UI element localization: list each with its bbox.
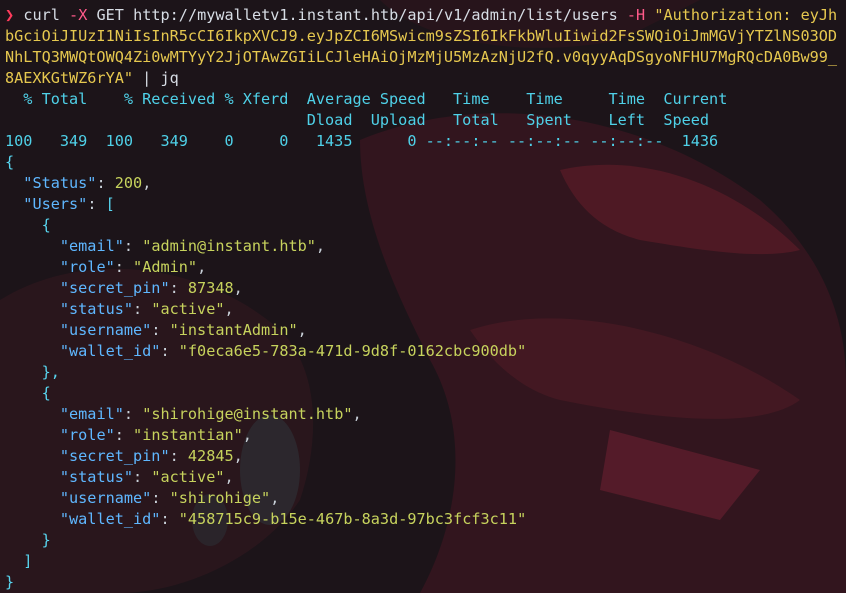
json-field: "secret_pin": 42845, — [59, 447, 243, 465]
json-key: "wallet_id" — [59, 342, 161, 360]
json-field: "status": "active", — [59, 468, 234, 486]
json-key: "status" — [59, 300, 134, 318]
json-key: "Status" — [23, 174, 97, 192]
json-field: "username": "shirohige", — [59, 489, 280, 507]
command-url: http://mywalletv1.instant.htb/api/v1/adm… — [133, 6, 618, 24]
json-field: "wallet_id": "458715c9-b15e-467b-8a3d-97… — [59, 510, 527, 528]
json-value: "shirohige" — [169, 489, 271, 507]
json-value: "Admin" — [133, 258, 198, 276]
json-open-brace: { — [5, 153, 15, 171]
json-close-brace: } — [5, 573, 15, 591]
json-value: "shirohige@instant.htb" — [142, 405, 353, 423]
json-users-line: "Users": [ — [23, 195, 115, 213]
json-value: 87348 — [187, 279, 234, 297]
command-flag-x: -X — [69, 6, 88, 24]
json-object-close: } — [5, 531, 51, 549]
json-value: "active" — [151, 300, 225, 318]
json-status-line: "Status": 200, — [23, 174, 152, 192]
json-object-open: { — [5, 216, 51, 234]
command-program: curl — [23, 6, 60, 24]
json-key: "secret_pin" — [59, 447, 170, 465]
command-flag-h: -H — [626, 6, 646, 24]
json-field: "wallet_id": "f0eca6e5-783a-471d-9d8f-01… — [59, 342, 527, 360]
json-key: "email" — [59, 237, 124, 255]
json-value: "458715c9-b15e-467b-8a3d-97bc3fcf3c11" — [178, 510, 527, 528]
progress-header-1: % Total % Received % Xferd Average Speed… — [5, 90, 728, 108]
json-field: "role": "Admin", — [59, 258, 207, 276]
json-value: 42845 — [187, 447, 234, 465]
json-value: "active" — [151, 468, 225, 486]
json-key: "role" — [59, 258, 115, 276]
json-value: 200 — [114, 174, 143, 192]
json-key: "username" — [59, 321, 152, 339]
json-key: "role" — [59, 426, 115, 444]
command-method: GET — [96, 6, 124, 24]
json-field: "role": "instantian", — [59, 426, 252, 444]
json-key: "username" — [59, 489, 152, 507]
json-value: "instantian" — [133, 426, 243, 444]
json-field: "email": "admin@instant.htb", — [59, 237, 326, 255]
json-key: "status" — [59, 468, 134, 486]
terminal-output: ❯ curl -X GET http://mywalletv1.instant.… — [5, 5, 846, 593]
json-array-close: ] — [23, 552, 33, 570]
json-field: "email": "shirohige@instant.htb", — [59, 405, 362, 423]
json-field: "status": "active", — [59, 300, 234, 318]
json-key: "secret_pin" — [59, 279, 170, 297]
json-object-close: }, — [5, 363, 60, 381]
json-field: "username": "instantAdmin", — [59, 321, 307, 339]
command-line: ❯ curl -X GET http://mywalletv1.instant.… — [5, 5, 846, 89]
json-value: "f0eca6e5-783a-471d-9d8f-0162cbc900db" — [178, 342, 527, 360]
json-object-open: { — [5, 384, 51, 402]
json-key: "Users" — [23, 195, 88, 213]
json-key: "email" — [59, 405, 124, 423]
json-field: "secret_pin": 87348, — [59, 279, 243, 297]
prompt-icon: ❯ — [5, 6, 15, 24]
json-value: "instantAdmin" — [169, 321, 298, 339]
command-pipe-program: jq — [160, 69, 179, 87]
json-key: "wallet_id" — [59, 510, 161, 528]
progress-header-2: Dload Upload Total Spent Left Speed — [5, 111, 710, 129]
json-value: "admin@instant.htb" — [142, 237, 316, 255]
progress-values: 100 349 100 349 0 0 1435 0 --:--:-- --:-… — [5, 132, 719, 150]
command-pipe: | — [142, 69, 152, 87]
